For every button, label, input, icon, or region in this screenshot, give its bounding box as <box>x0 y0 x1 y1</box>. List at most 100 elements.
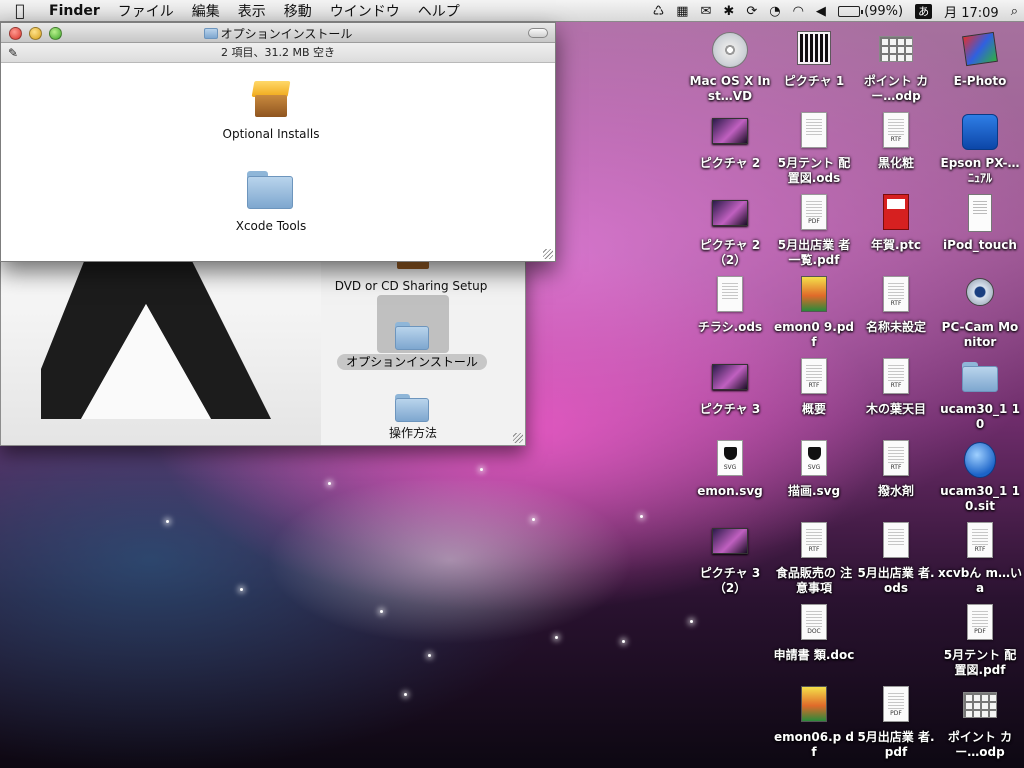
optional-installs-window[interactable]: オプションインストール ✎ 2 項目、31.2 MB 空き Optional I… <box>0 22 556 262</box>
menu-help[interactable]: ヘルプ <box>409 1 469 21</box>
desktop-icon-label: emon06.p df <box>773 730 855 759</box>
desktop-icon[interactable]: RTF 概要 <box>772 358 856 417</box>
apple-menu-icon[interactable]:  <box>0 1 40 20</box>
menubar-clock[interactable]: 月 17:09 <box>938 2 1005 21</box>
desktop-icon[interactable]: 5月テント 配置図.ods <box>772 112 856 186</box>
desktop-icon-label: ピクチャ 2（2） <box>699 238 761 267</box>
desktop-icon[interactable]: ucam30_1 10 <box>938 358 1022 432</box>
desktop-icon[interactable]: ポイント カー…odp <box>938 686 1022 760</box>
desktop-icon-label: 黒化粧 <box>877 156 914 170</box>
file-type-label: RTF <box>890 464 902 471</box>
instructions-folder-icon[interactable] <box>395 394 429 422</box>
desktop-icon[interactable]: ucam30_1 10.sit <box>938 440 1022 514</box>
optional-installs-label[interactable]: オプションインストール <box>337 354 487 370</box>
file-type-label: DOC <box>807 628 821 635</box>
resize-handle[interactable] <box>513 433 523 443</box>
spreadsheet-icon <box>710 276 750 316</box>
desktop-icon-label: 申請書 類.doc <box>773 648 855 662</box>
desktop-icon[interactable]: RTF 黒化粧 <box>854 112 938 171</box>
desktop-icon[interactable]: ピクチャ 3 <box>688 358 772 417</box>
xcode-tools-folder-icon[interactable] <box>247 171 293 209</box>
star <box>532 518 535 521</box>
desktop-icon-label: PC-Cam Monitor <box>941 320 1019 349</box>
volume-icon[interactable]: ◀ <box>810 4 832 19</box>
xcode-tools-item[interactable]: Xcode Tools <box>201 219 341 233</box>
sync-icon[interactable]: ⟳ <box>740 4 763 19</box>
desktop-icon[interactable]: PDF 5月テント 配置図.pdf <box>938 604 1022 678</box>
svg-doc-icon: SVG <box>794 440 834 480</box>
desktop-icon[interactable]: emon0 9.pdf <box>772 276 856 350</box>
desktop-icon-label: ピクチャ 1 <box>783 74 845 88</box>
menu-finder[interactable]: Finder <box>40 3 109 19</box>
desktop-icon-label: ucam30_1 10.sit <box>940 484 1020 513</box>
desktop-icon[interactable]: RTF 食品販売の 注意事項 <box>772 522 856 596</box>
package-icon[interactable] <box>249 79 293 119</box>
rtf-doc-icon: RTF <box>876 276 916 316</box>
dvd-sharing-label[interactable]: DVD or CD Sharing Setup <box>331 279 491 293</box>
desktop-icon-label: emon0 9.pdf <box>773 320 855 349</box>
desktop-icon[interactable]: ピクチャ 2（2） <box>688 194 772 268</box>
resize-handle[interactable] <box>543 249 553 259</box>
star <box>328 482 331 485</box>
time-machine-icon[interactable]: ◔ <box>763 4 786 19</box>
desktop-icon[interactable]: RTF 木の葉天目 <box>854 358 938 417</box>
spotlight-icon[interactable]: ⌕ <box>1005 4 1024 19</box>
desktop-icon[interactable]: ピクチャ 1 <box>772 30 856 89</box>
screenshot-icon <box>710 522 750 562</box>
mail-icon[interactable]: ✉ <box>695 4 718 19</box>
desktop-icon[interactable]: E-Photo <box>938 30 1022 89</box>
desktop-icon-label: チラシ.ods <box>697 320 763 334</box>
desktop-icon-label: 5月出店業 者.pdf <box>857 730 935 759</box>
toolbar-toggle-button[interactable] <box>528 28 548 38</box>
desktop-icon-label: 木の葉天目 <box>865 402 926 416</box>
desktop-icon[interactable]: PDF 5月出店業 者一覧.pdf <box>772 194 856 268</box>
battery-icon <box>837 5 863 17</box>
desktop-icon[interactable]: Mac OS X Inst…VD <box>688 30 772 104</box>
star <box>555 636 558 639</box>
menu-view[interactable]: 表示 <box>229 1 275 21</box>
input-method[interactable]: あ <box>909 3 938 19</box>
desktop-icon[interactable]: Epson PX-…ﾆｭｱﾙ <box>938 112 1022 186</box>
desktop-icon[interactable]: SVG 描画.svg <box>772 440 856 499</box>
rtf-doc-icon: RTF <box>876 112 916 152</box>
desktop-icon[interactable]: RTF 名称未設定 <box>854 276 938 335</box>
optional-installs-item[interactable]: Optional Installs <box>201 127 341 141</box>
desktop-icon[interactable]: emon06.p df <box>772 686 856 760</box>
wifi-icon[interactable]: ◠ <box>787 4 810 19</box>
desktop-icon[interactable]: PDF 5月出店業 者.pdf <box>854 686 938 760</box>
window-titlebar[interactable]: オプションインストール <box>1 23 555 43</box>
desktop-icon[interactable]: PC-Cam Monitor <box>938 276 1022 350</box>
menu-window[interactable]: ウインドウ <box>321 1 409 21</box>
menu-file[interactable]: ファイル <box>109 1 183 21</box>
instructions-label[interactable]: 操作方法 <box>361 424 465 441</box>
desktop-icon[interactable]: RTF 撥水剤 <box>854 440 938 499</box>
desktop-icon[interactable]: 5月出店業 者.ods <box>854 522 938 596</box>
menu-edit[interactable]: 編集 <box>183 1 229 21</box>
keyboard-viewer-icon[interactable]: ▦ <box>670 4 694 19</box>
input-method-label: あ <box>915 4 933 19</box>
desktop-icon[interactable]: ポイント カー…odp <box>854 30 938 104</box>
desktop-icon[interactable]: DOC 申請書 類.doc <box>772 604 856 663</box>
install-dvd-window[interactable]: DVD or CD Sharing Setup オプションインストール 操作方法 <box>0 258 526 446</box>
optional-installs-folder-icon[interactable] <box>395 322 429 350</box>
file-type-label: RTF <box>890 300 902 307</box>
desktop-icon-label: ucam30_1 10 <box>940 402 1020 431</box>
status-text: 2 項目、31.2 MB 空き <box>220 46 336 59</box>
desktop-icon[interactable]: RTF xcvbん m…いa <box>938 522 1022 596</box>
battery-status[interactable]: (99%) <box>832 4 909 19</box>
desktop-icon[interactable]: ピクチャ 2 <box>688 112 772 171</box>
install-background-art <box>1 259 321 445</box>
file-type-label: PDF <box>890 710 902 717</box>
star <box>622 640 625 643</box>
star <box>690 620 693 623</box>
network-status-icon[interactable]: ♺ <box>647 4 671 19</box>
screenshot-icon <box>710 112 750 152</box>
desktop-icon[interactable]: 年賀.ptc <box>854 194 938 253</box>
bluetooth-icon[interactable]: ✱ <box>717 4 740 19</box>
desktop-icon[interactable]: SVG emon.svg <box>688 440 772 499</box>
desktop-icon[interactable]: iPod_touch <box>938 194 1022 253</box>
desktop-icon[interactable]: ピクチャ 3（2） <box>688 522 772 596</box>
desktop-icon[interactable]: チラシ.ods <box>688 276 772 335</box>
rtf-doc-icon: RTF <box>876 358 916 398</box>
menu-go[interactable]: 移動 <box>275 1 321 21</box>
